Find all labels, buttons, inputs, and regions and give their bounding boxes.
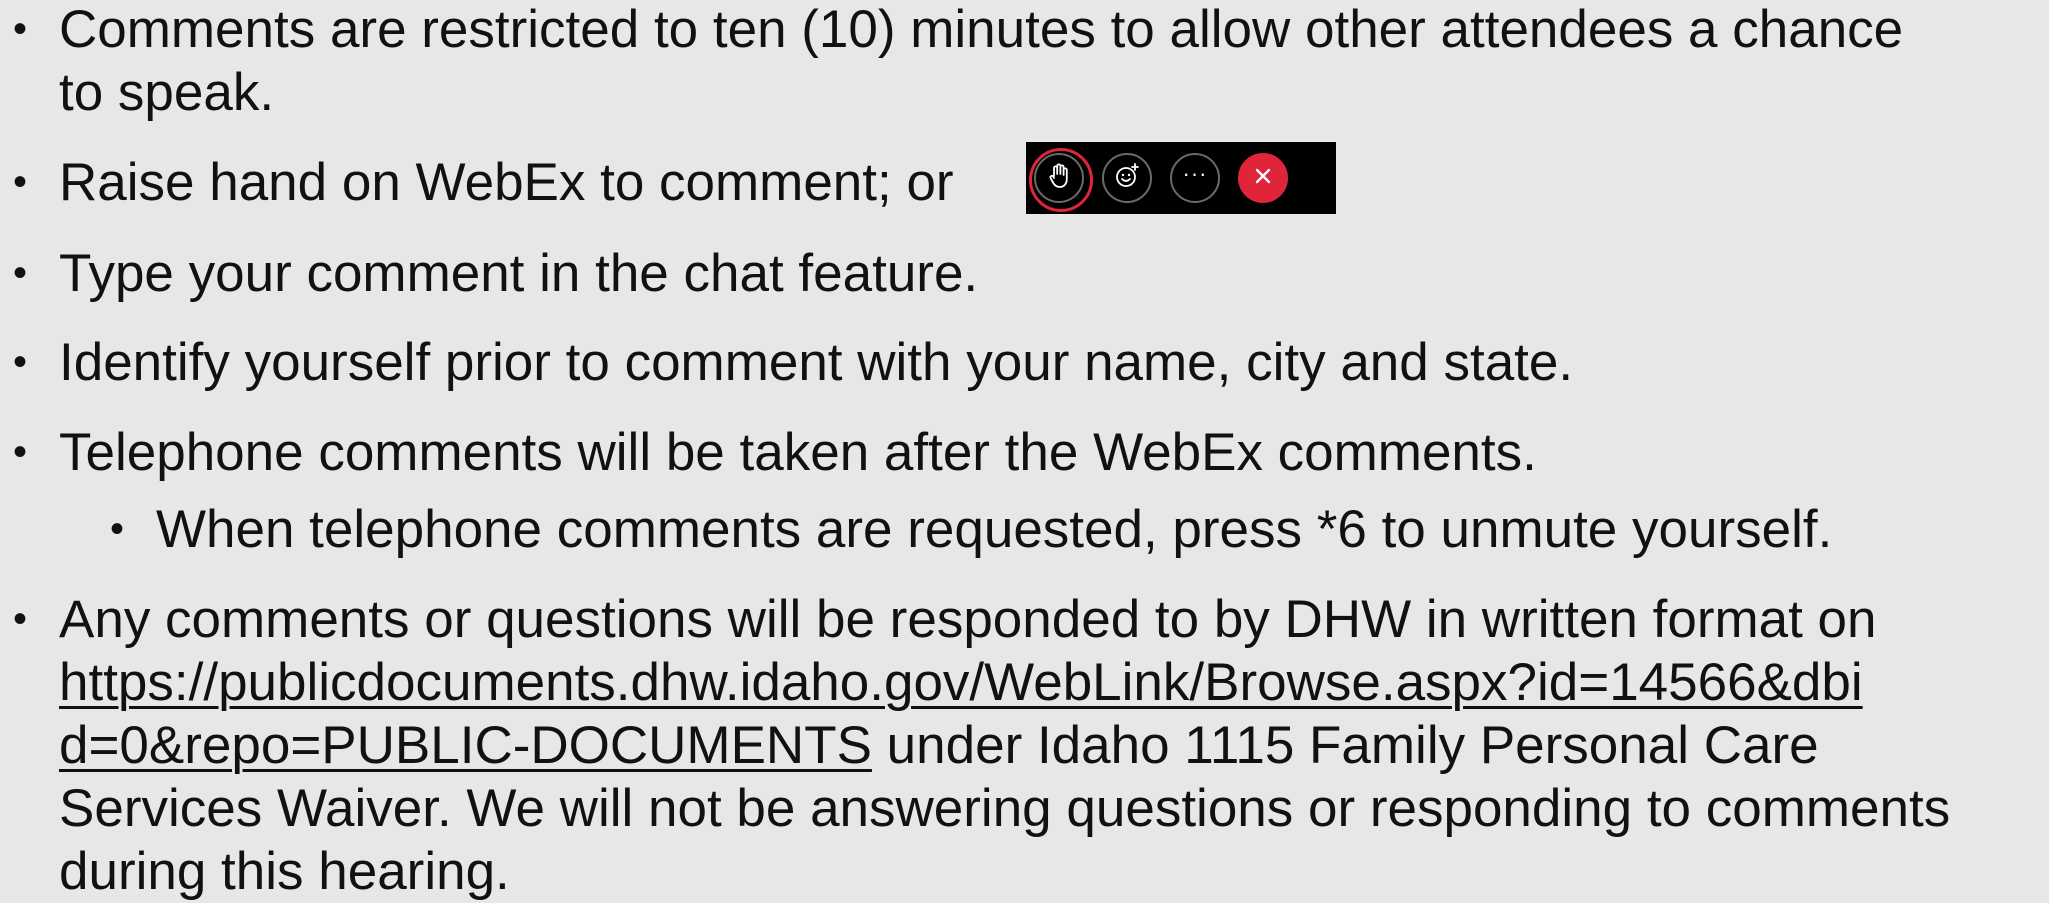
bullet-responses: • Any comments or questions will be resp… (13, 588, 2044, 903)
slide: • Comments are restricted to ten (10) mi… (0, 0, 2049, 901)
bullet-time-limit: • Comments are restricted to ten (10) mi… (13, 0, 2044, 124)
bullet-marker: • (13, 430, 28, 474)
bullet-telephone-text: Telephone comments will be taken after t… (59, 423, 1537, 482)
sub-bullet-unmute-text: When telephone comments are requested, p… (156, 500, 1833, 559)
sub-bullet-unmute: • When telephone comments are requested,… (110, 498, 2036, 561)
bullet-responses-line-4: Services Waiver. We will not be answerin… (59, 779, 1951, 838)
highlight-ring (1029, 148, 1093, 212)
bullet-raise-hand-text: Raise hand on WebEx to comment; or (59, 153, 954, 212)
raise-hand-button[interactable] (1029, 148, 1093, 212)
bullet-identify: • Identify yourself prior to comment wit… (13, 331, 2044, 394)
bullet-marker: • (13, 597, 28, 641)
bullet-responses-line-5: during this hearing. (59, 842, 510, 901)
public-documents-link-part-2[interactable]: d=0&repo=PUBLIC-DOCUMENTS (59, 716, 872, 775)
bullet-time-limit-line-1: Comments are restricted to ten (10) minu… (59, 0, 1904, 59)
bullet-marker: • (13, 340, 28, 384)
bullet-marker: • (13, 251, 28, 295)
bullet-responses-after-link: under Idaho 1115 Family Personal Care (871, 716, 1819, 775)
bullet-marker: • (13, 7, 28, 51)
public-documents-link-part-1[interactable]: https://publicdocuments.dhw.idaho.gov/We… (59, 653, 1863, 712)
ellipsis-icon: ··· (1182, 161, 1208, 186)
webex-toolbar: ··· (1026, 142, 1336, 214)
leave-meeting-button[interactable] (1238, 153, 1288, 203)
close-icon (1253, 166, 1273, 191)
bullet-chat-text: Type your comment in the chat feature. (59, 244, 979, 303)
bullet-time-limit-line-2: to speak. (59, 63, 275, 122)
smiley-icon (1114, 162, 1140, 194)
bullet-marker: • (110, 507, 125, 551)
bullet-identify-text: Identify yourself prior to comment with … (59, 333, 1574, 392)
bullet-responses-line-2: https://publicdocuments.dhw.idaho.gov/We… (59, 651, 2044, 714)
bullet-chat: • Type your comment in the chat feature. (13, 242, 2044, 305)
more-options-button[interactable]: ··· (1170, 153, 1220, 203)
reactions-button[interactable] (1102, 153, 1152, 203)
bullet-marker: • (13, 160, 28, 204)
bullet-responses-line-1: Any comments or questions will be respon… (59, 590, 1877, 649)
bullet-responses-line-3: d=0&repo=PUBLIC-DOCUMENTS under Idaho 11… (59, 714, 2044, 777)
bullet-telephone: • Telephone comments will be taken after… (13, 421, 2044, 484)
